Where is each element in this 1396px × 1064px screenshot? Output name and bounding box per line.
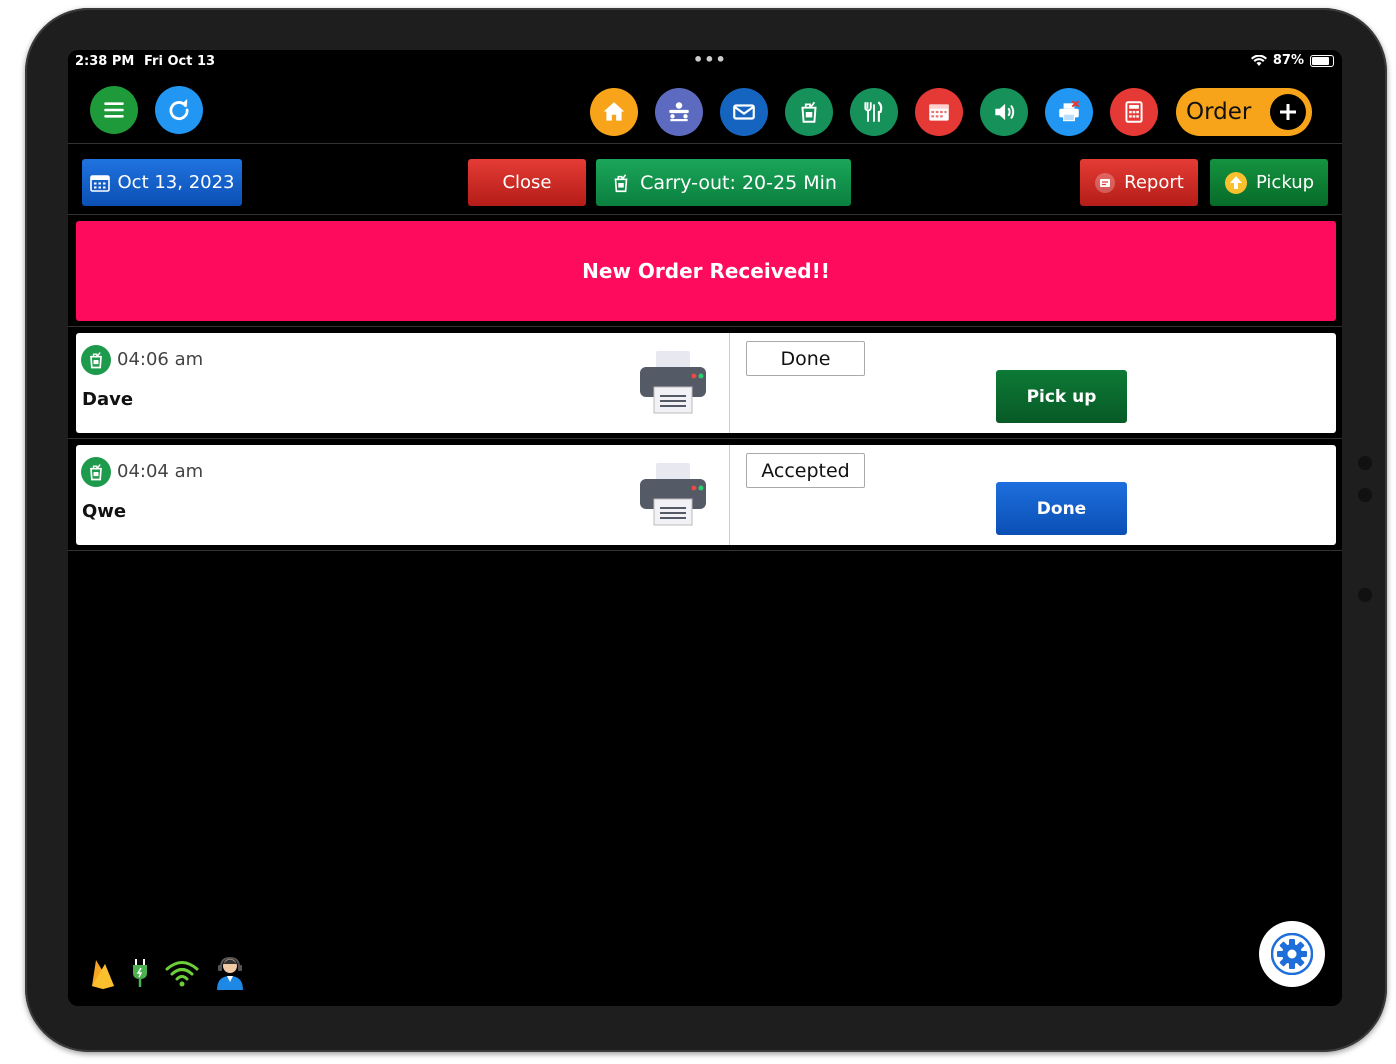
done-button[interactable]: Done: [996, 482, 1127, 535]
new-order-banner[interactable]: New Order Received!!: [76, 221, 1336, 321]
carryout-icon: [801, 101, 817, 123]
mail-icon: [733, 104, 755, 120]
staff-icon: [669, 102, 689, 122]
top-toolbar: Order: [68, 74, 1342, 144]
customer-name: Qwe: [82, 501, 127, 522]
done-label: Done: [1036, 498, 1087, 519]
status-indicators: 87%: [1250, 53, 1334, 68]
home-icon: [603, 102, 625, 121]
report-icon: [1095, 172, 1116, 193]
new-order-button[interactable]: Order: [1176, 88, 1312, 136]
sensor-dot: [1358, 588, 1372, 602]
order-info: 04:04 am Qwe: [76, 445, 730, 545]
status-bar: 2:38 PM Fri Oct 13 ••• 87%: [68, 50, 1342, 74]
calendar-button[interactable]: [915, 88, 963, 136]
camera-dot: [1358, 456, 1372, 470]
order-time: 04:04 am: [117, 461, 204, 482]
report-button[interactable]: Report: [1080, 159, 1198, 206]
carryout-order-icon: [81, 457, 111, 487]
connection-indicators: [90, 955, 246, 991]
pickup-button[interactable]: Pickup: [1210, 159, 1328, 206]
pick-up-button[interactable]: Pick up: [996, 370, 1127, 423]
order-status-label: Accepted: [761, 459, 850, 482]
report-label: Report: [1124, 172, 1184, 193]
multitask-dots-icon[interactable]: •••: [693, 50, 727, 69]
pickup-label: Pickup: [1255, 172, 1315, 193]
status-date: Fri Oct 13: [144, 54, 216, 69]
carryout-order-icon: [81, 345, 111, 375]
order-row[interactable]: 04:06 am Dave Done Pick up: [76, 333, 1336, 433]
carryout-button[interactable]: [785, 88, 833, 136]
power-plug-icon: [133, 959, 147, 987]
carryout-label: Carry-out: 20-25 Min: [640, 171, 837, 194]
gear-icon: [1271, 933, 1313, 975]
order-time: 04:06 am: [117, 349, 204, 370]
order-info: 04:06 am Dave: [76, 333, 730, 433]
refresh-icon: [169, 98, 189, 121]
dine-in-icon: [864, 101, 883, 122]
new-order-label: Order: [1186, 99, 1252, 125]
status-time: 2:38 PM: [75, 54, 135, 69]
plus-icon: [1270, 94, 1306, 130]
volume-icon: [995, 103, 1015, 121]
battery-percent: 87%: [1272, 53, 1304, 68]
sensor-dot: [1358, 488, 1372, 502]
volume-button[interactable]: [980, 88, 1028, 136]
pick-up-label: Pick up: [1026, 386, 1097, 407]
wifi-icon: [165, 961, 199, 987]
calendar-small-icon: [89, 174, 110, 192]
calculator-button[interactable]: [1110, 88, 1158, 136]
refresh-button[interactable]: [155, 86, 203, 134]
order-status-label: Done: [780, 347, 831, 370]
print-order-icon[interactable]: [638, 349, 708, 415]
printer-off-button[interactable]: [1045, 88, 1093, 136]
action-row: Oct 13, 2023 Close Carry-out: 20-25 Min …: [68, 145, 1342, 215]
order-status: Done: [746, 341, 865, 376]
print-order-icon[interactable]: [638, 461, 708, 527]
close-label: Close: [502, 172, 552, 193]
divider: [68, 326, 1342, 327]
order-status: Accepted: [746, 453, 865, 488]
calendar-icon: [929, 104, 949, 121]
printer-off-icon: [1059, 100, 1080, 122]
support-agent-icon: [217, 956, 243, 990]
customer-name: Dave: [82, 389, 134, 410]
settings-button[interactable]: [1259, 921, 1325, 987]
menu-icon: [104, 102, 124, 118]
mail-button[interactable]: [720, 88, 768, 136]
carryout-time-button[interactable]: Carry-out: 20-25 Min: [596, 159, 851, 206]
pickup-arrow-icon: [1224, 171, 1247, 194]
date-picker-button[interactable]: Oct 13, 2023: [82, 159, 242, 206]
menu-button[interactable]: [90, 86, 138, 134]
wifi-status-icon: [1250, 54, 1267, 66]
close-button[interactable]: Close: [468, 159, 586, 206]
staff-button[interactable]: [655, 88, 703, 136]
battery-icon: [1310, 54, 1334, 67]
banner-text: New Order Received!!: [582, 259, 830, 283]
app-screen: 2:38 PM Fri Oct 13 ••• 87% Order Oct 13,…: [68, 50, 1342, 1006]
home-button[interactable]: [590, 88, 638, 136]
order-row[interactable]: 04:04 am Qwe Accepted Done: [76, 445, 1336, 545]
divider: [68, 550, 1342, 551]
date-label: Oct 13, 2023: [117, 172, 235, 193]
calculator-icon: [1125, 101, 1143, 123]
tablet-frame: 2:38 PM Fri Oct 13 ••• 87% Order Oct 13,…: [25, 8, 1387, 1052]
firebase-icon: [92, 960, 114, 989]
carryout-bag-icon: [614, 173, 628, 192]
dine-in-button[interactable]: [850, 88, 898, 136]
divider: [68, 438, 1342, 439]
